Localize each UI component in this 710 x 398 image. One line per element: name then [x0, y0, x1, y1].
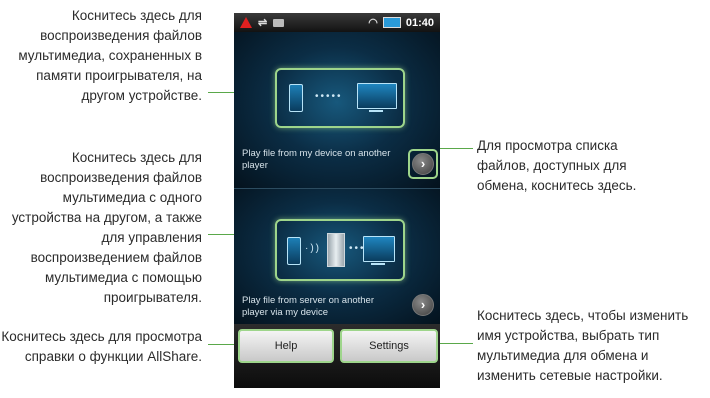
callout-server-files: Коснитесь здесь для воспроизведения файл… [11, 150, 202, 305]
sd-card-icon [273, 18, 285, 27]
server-device-icon [327, 233, 345, 267]
phone-device-icon [289, 84, 303, 112]
local-device-illustration[interactable]: ••••• [275, 68, 405, 128]
tv-device-icon [363, 236, 395, 262]
callout-line-browse-list [437, 148, 473, 149]
server-illustration[interactable]: ·)) ••• [275, 219, 405, 281]
callout-browse-list: Для просмотра списка файлов, доступных д… [477, 138, 637, 193]
option-server-label: Play file from server on another player … [242, 295, 375, 318]
usb-icon: ⇌ [258, 17, 268, 29]
browse-local-arrow-button[interactable]: › [412, 153, 434, 175]
tv-device-icon [357, 83, 397, 109]
callout-help: Коснитесь здесь для просмотра справки о … [1, 329, 202, 364]
callout-local-files: Коснитесь здесь для воспроизведения файл… [18, 8, 202, 103]
phone-device-icon [287, 237, 301, 265]
status-time: 01:40 [405, 16, 434, 29]
option-server[interactable]: ·)) ••• Play file from server on another… [234, 189, 440, 324]
option-local-device[interactable]: ••••• Play file from my device on anothe… [234, 32, 440, 188]
transfer-dots-icon: ••••• [315, 91, 343, 102]
signal-waves-icon: ·)) [305, 243, 321, 254]
phone-screen: ⇌ ◠ 01:40 ••••• Play file from my device… [234, 13, 440, 388]
tv-stand [371, 263, 385, 265]
bottom-action-bar: Help Settings [234, 324, 440, 388]
status-bar: ⇌ ◠ 01:40 [234, 13, 440, 32]
callout-settings: Коснитесь здесь, чтобы изменить имя устр… [477, 308, 689, 383]
option-local-device-label: Play file from my device on another play… [242, 148, 391, 171]
warning-icon [240, 17, 252, 28]
battery-icon [382, 17, 401, 28]
browse-server-arrow-button[interactable]: › [412, 294, 434, 316]
settings-button[interactable]: Settings [340, 329, 438, 363]
wifi-icon: ◠ [368, 17, 378, 29]
tv-stand [369, 110, 383, 112]
help-button[interactable]: Help [238, 329, 334, 363]
